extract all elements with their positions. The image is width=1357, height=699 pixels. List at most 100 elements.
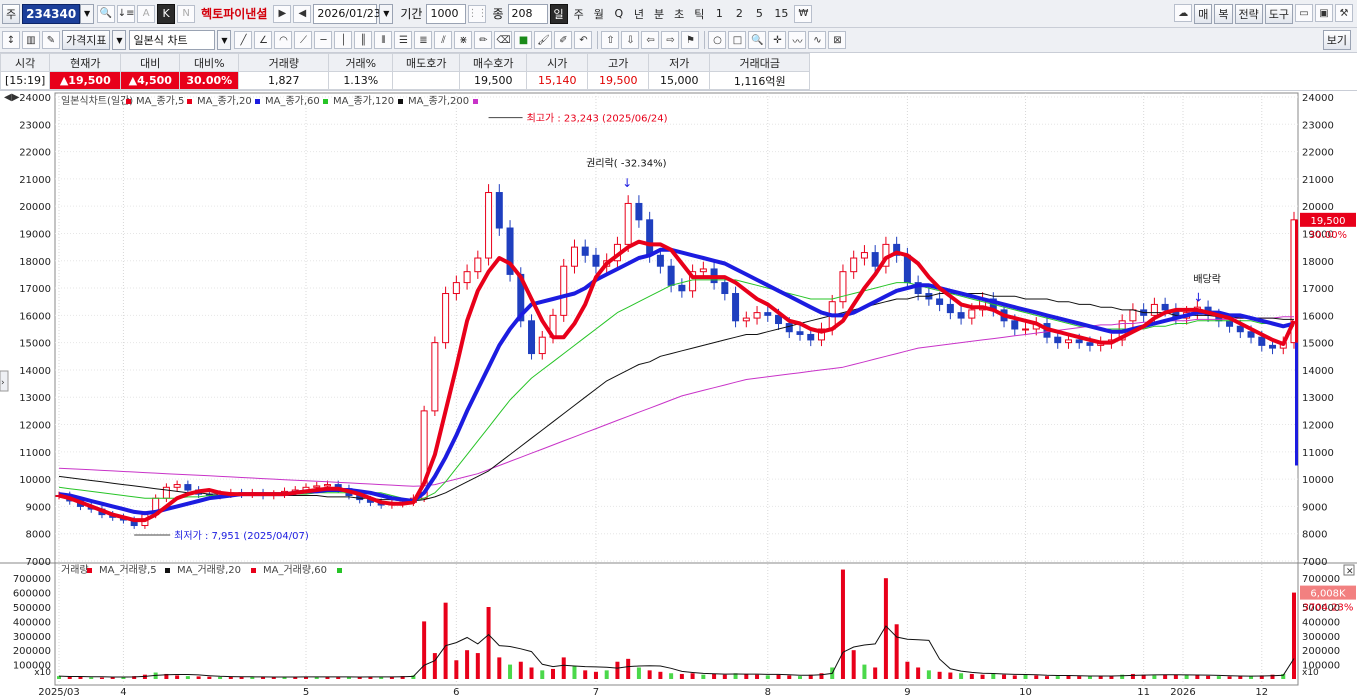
restore-button[interactable]: 복 <box>1214 4 1233 24</box>
brush-icon[interactable]: 🖌 <box>534 31 553 49</box>
count-input[interactable]: 208 <box>507 3 548 24</box>
calendar-dropdown-icon[interactable]: ▼ <box>379 3 394 24</box>
interval-second[interactable]: 초 <box>670 4 688 24</box>
fan-icon[interactable]: ⟋ <box>294 31 313 49</box>
chart-type-select[interactable]: 일본식 차트 <box>129 30 216 50</box>
volume-bar <box>615 661 620 679</box>
arrow-down-icon[interactable]: ⇩ <box>621 31 640 49</box>
candle-body <box>1086 342 1094 346</box>
rights-annotation: 권리락( -32.34%) <box>586 158 666 170</box>
wrench-icon[interactable]: ⚒ <box>1335 4 1353 22</box>
interval-2[interactable]: 2 <box>730 4 748 24</box>
channel-icon[interactable]: ≣ <box>414 31 433 49</box>
chevron-down-icon[interactable]: ▼ <box>80 3 95 24</box>
interval-quarter[interactable]: Q <box>610 4 628 24</box>
y-tick-right: 24000 <box>1302 93 1334 104</box>
grid-lines-icon[interactable]: ║ <box>354 31 373 49</box>
period-input[interactable]: 1000 <box>426 3 467 24</box>
chart-area[interactable]: 24000 24000 23000 23000 22000 22000 21000 21000… <box>0 91 1357 699</box>
trendline-icon[interactable]: ╱ <box>234 31 253 49</box>
search-icon[interactable]: 🔍 <box>97 4 116 23</box>
wave-icon[interactable]: ∿ <box>808 31 827 49</box>
retrace-icon[interactable]: ☰ <box>394 31 413 49</box>
stock-code-input[interactable]: 234340 <box>22 3 81 24</box>
arc-icon[interactable]: ◠ <box>274 31 293 49</box>
interval-15[interactable]: 15 <box>770 4 792 24</box>
prev-icon[interactable]: ◀ <box>293 4 312 23</box>
k-button[interactable]: K <box>157 3 176 24</box>
folder-icon[interactable]: ▭ <box>1295 4 1313 22</box>
crosshair-icon[interactable]: ✛ <box>768 31 787 49</box>
parallel-icon[interactable]: ⫽ <box>434 31 453 49</box>
edit-icon[interactable]: ✎ <box>42 31 60 49</box>
interval-day[interactable]: 일 <box>549 3 568 24</box>
stock-chart[interactable]: 24000 24000 23000 23000 22000 22000 21000 21000… <box>0 91 1357 699</box>
volume-bar <box>916 667 921 679</box>
interval-1[interactable]: 1 <box>710 4 728 24</box>
market-select[interactable]: 주 <box>2 3 21 24</box>
angle-icon[interactable]: ∠ <box>254 31 273 49</box>
note-icon[interactable]: ✐ <box>554 31 573 49</box>
eraser-icon[interactable]: ⌫ <box>494 31 513 49</box>
y-tick-right: 23000 <box>1302 120 1334 131</box>
y-tick-right: 13000 <box>1302 393 1334 404</box>
volume-bar <box>1098 676 1103 679</box>
indicator-dropdown[interactable]: 가격지표 <box>62 30 111 50</box>
zoom-icon[interactable]: 🔍 <box>748 31 767 49</box>
image-icon[interactable]: ⊠ <box>828 31 847 49</box>
chart-type-chevron-icon[interactable]: ▼ <box>217 30 232 50</box>
rectangle-icon[interactable]: □ <box>728 31 747 49</box>
sort-icon[interactable]: ↓≡ <box>117 4 136 23</box>
volume-bar <box>593 671 598 679</box>
pattern-icon[interactable]: 〰 <box>788 31 807 49</box>
interval-month[interactable]: 월 <box>590 4 608 24</box>
y-tick-left: 10000 <box>19 475 51 486</box>
indicator-chevron-icon[interactable]: ▼ <box>112 30 127 50</box>
y-tick-right: 12000 <box>1302 421 1334 432</box>
price-range-up-bar <box>1295 219 1298 343</box>
candle-body <box>807 333 815 341</box>
cloud-icon[interactable]: ☁ <box>1174 4 1193 22</box>
vline-icon[interactable]: │ <box>334 31 353 49</box>
link-icon[interactable]: ⋮⋮ <box>468 4 487 23</box>
n-button[interactable]: N <box>177 4 196 23</box>
volume-bar <box>798 676 802 679</box>
interval-year[interactable]: 년 <box>630 4 648 24</box>
candle-body <box>1022 328 1030 331</box>
buy-button[interactable]: 매 <box>1194 4 1213 24</box>
tools-button[interactable]: 도구 <box>1264 4 1293 24</box>
undo-icon[interactable]: ↶ <box>574 31 593 49</box>
interval-minute[interactable]: 분 <box>650 4 668 24</box>
flag-icon[interactable]: ⚑ <box>681 31 700 49</box>
chart-bars-icon[interactable]: ₩ <box>794 4 813 23</box>
y-tick-left: 24000 <box>19 93 51 104</box>
candle-body <box>1150 303 1158 316</box>
volume-legend-item: MA_거래량,20 <box>177 564 241 576</box>
arrow-up-icon[interactable]: ⇧ <box>601 31 620 49</box>
y-tick-left: 21000 <box>19 175 51 186</box>
volume-bar <box>712 673 717 679</box>
a-button[interactable]: A <box>137 4 156 23</box>
value-change: ▲4,500 <box>120 71 181 90</box>
arrow-left-icon[interactable]: ⇦ <box>641 31 660 49</box>
fibo-time-icon[interactable]: ⦀ <box>374 31 393 49</box>
date-input[interactable]: 2026/01/23 <box>313 3 381 24</box>
interval-week[interactable]: 주 <box>570 4 588 24</box>
cross-lines-icon[interactable]: ⋇ <box>454 31 473 49</box>
save-icon[interactable]: ▣ <box>1315 4 1333 22</box>
hline-icon[interactable]: ─ <box>314 31 333 49</box>
play-icon[interactable]: ▶ <box>273 4 292 23</box>
circle-icon[interactable]: ○ <box>708 31 727 49</box>
view-button[interactable]: 보기 <box>1322 30 1351 50</box>
layout-icon[interactable]: ▥ <box>22 31 40 49</box>
interval-5[interactable]: 5 <box>750 4 768 24</box>
strategy-button[interactable]: 전략 <box>1234 4 1263 24</box>
color-icon[interactable]: ■ <box>514 31 533 49</box>
interval-tick[interactable]: 틱 <box>690 4 708 24</box>
pencil-icon[interactable]: ✏ <box>474 31 493 49</box>
arrow-right-icon[interactable]: ⇨ <box>661 31 680 49</box>
candle-body <box>1247 331 1255 338</box>
collapse-up-icon[interactable]: ↕ <box>2 31 20 49</box>
low-annotation: 최저가 : 7,951 (2025/04/07) <box>174 530 309 542</box>
volume-tick-left: 200000 <box>13 646 51 657</box>
